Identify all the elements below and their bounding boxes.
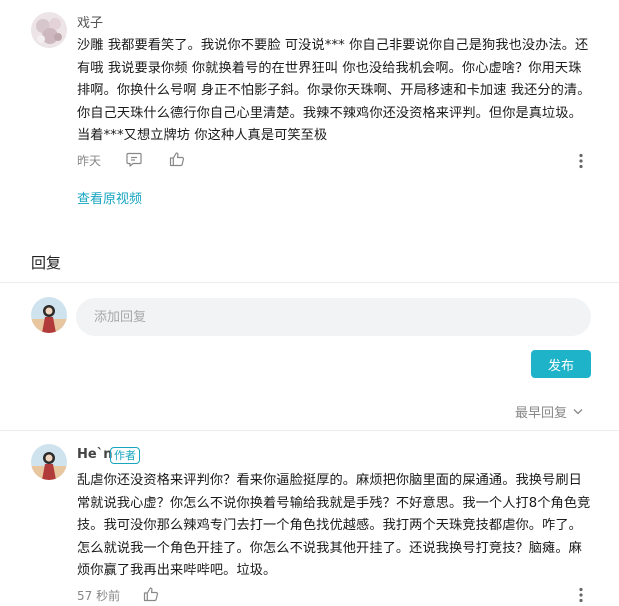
reply-text: 乱虐你还没资格来评判你？看来你逼脸挺厚的。麻烦把你脑里面的屎通通。我换号刷日常就… (77, 473, 591, 578)
sort-dropdown[interactable]: 最早回复 (515, 402, 583, 421)
comment-text: 沙雕 我都要看笑了。我说你不要脸 可没说*** 你自己非要说你自己是狗我也没办法… (77, 38, 591, 143)
more-vertical-icon[interactable] (578, 587, 584, 603)
current-user-avatar[interactable] (31, 297, 67, 333)
sort-label: 最早回复 (515, 406, 568, 421)
divider (0, 430, 619, 431)
thumbs-up-icon[interactable] (143, 586, 159, 602)
reply-time: 57 秒前 (77, 589, 121, 603)
thumbs-up-icon[interactable] (169, 151, 185, 167)
comment-icon[interactable] (126, 152, 142, 167)
reply-input[interactable] (76, 298, 591, 336)
commenter-avatar[interactable] (31, 12, 67, 48)
reply-author-avatar[interactable] (31, 444, 67, 480)
chevron-down-icon (573, 409, 583, 415)
comment-time: 昨天 (77, 154, 102, 168)
view-original-video-link[interactable]: 查看原视频 (77, 188, 142, 207)
commenter-name[interactable]: 戏子 (77, 12, 103, 31)
reply-section-title: 回复 (31, 254, 62, 272)
divider (0, 282, 619, 283)
publish-button[interactable]: 发布 (531, 350, 591, 378)
reply-author-name[interactable]: He`n (77, 447, 112, 462)
author-badge: 作者 (110, 447, 140, 464)
more-vertical-icon[interactable] (578, 153, 584, 169)
